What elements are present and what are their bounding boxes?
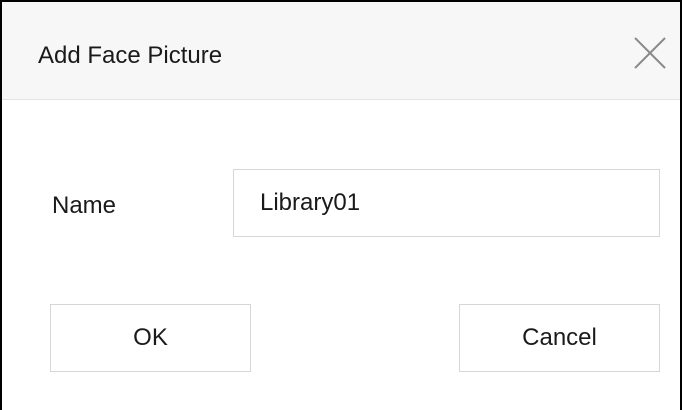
add-face-picture-dialog: Add Face Picture Name OK Cancel [0, 0, 682, 410]
close-icon [634, 37, 666, 69]
close-button[interactable] [633, 36, 667, 70]
ok-button[interactable]: OK [50, 304, 251, 372]
name-label: Name [52, 192, 117, 219]
cancel-button[interactable]: Cancel [459, 304, 660, 372]
dialog-header: Add Face Picture [2, 2, 680, 100]
dialog-title: Add Face Picture [38, 42, 223, 69]
name-input[interactable] [233, 169, 660, 237]
